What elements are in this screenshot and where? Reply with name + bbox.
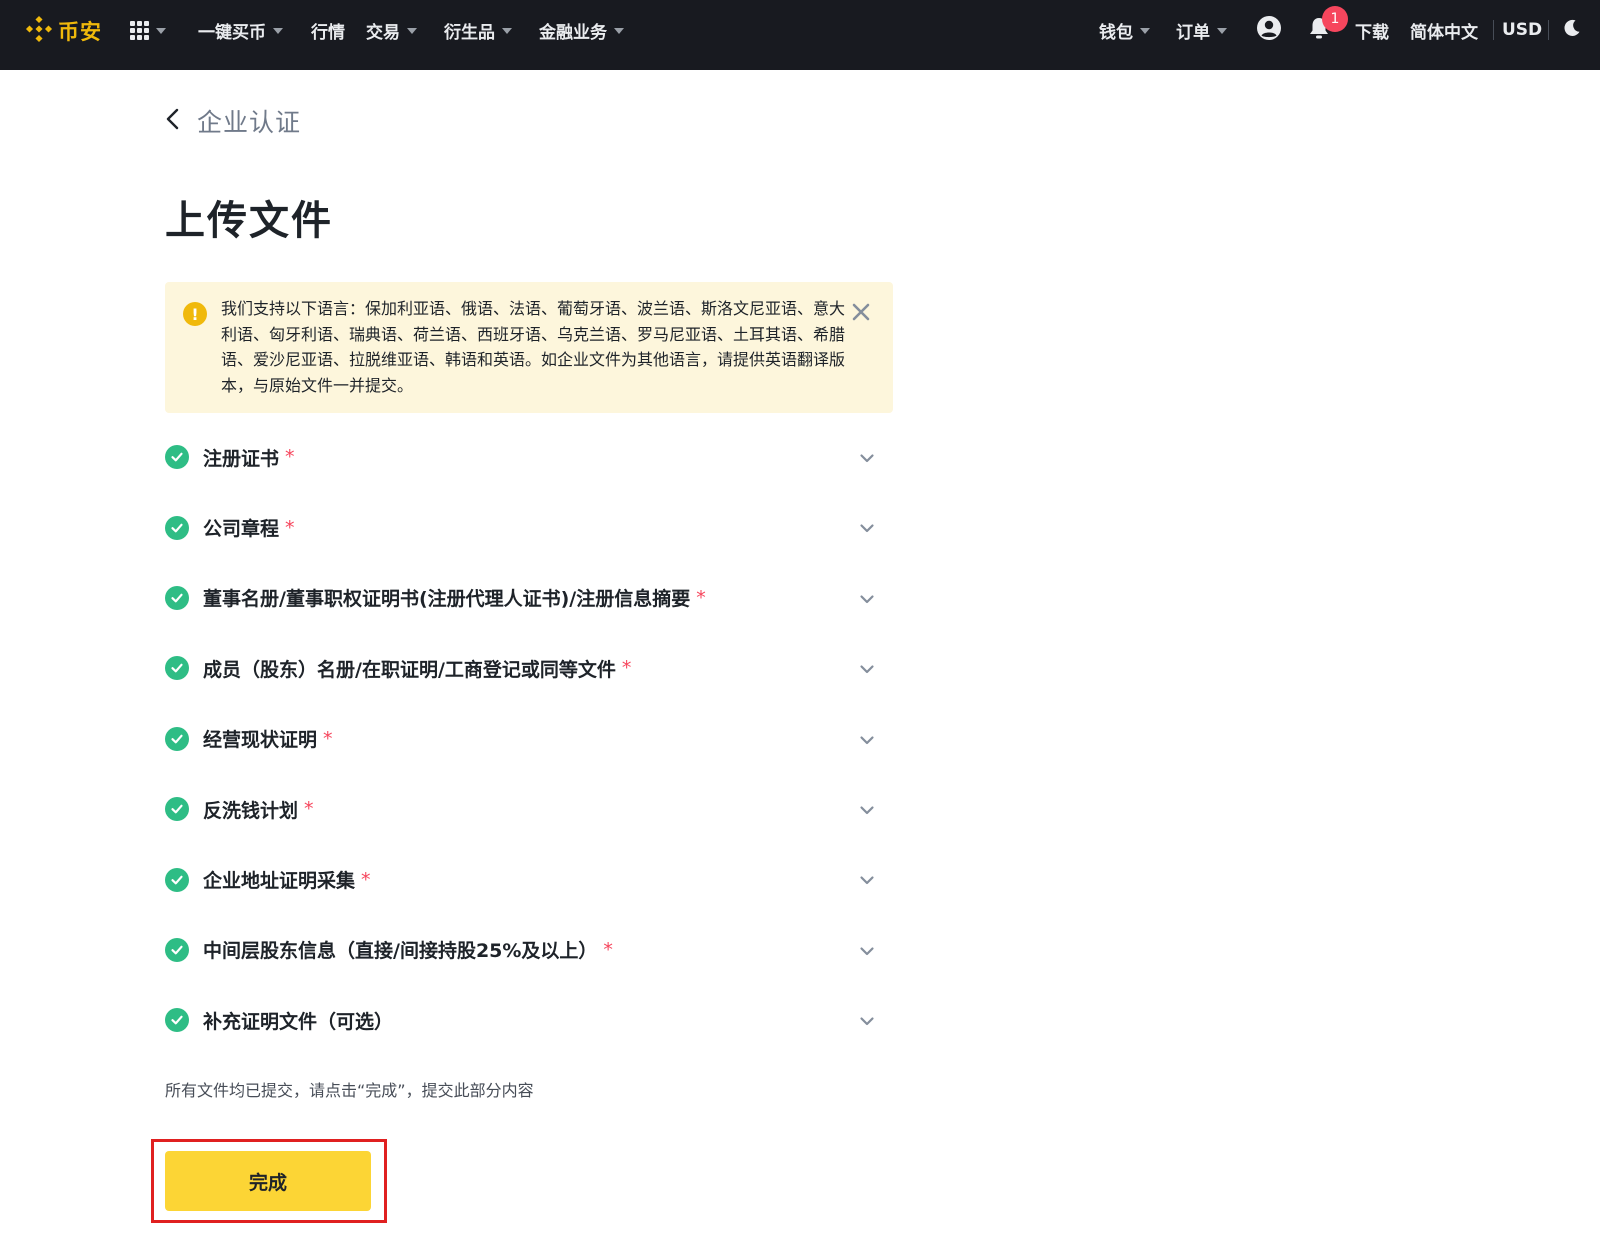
language-notice-banner: ! 我们支持以下语言：保加利亚语、俄语、法语、葡萄牙语、波兰语、斯洛文尼亚语、意… <box>165 282 893 413</box>
completion-hint: 所有文件均已提交，请点击“完成”，提交此部分内容 <box>165 1081 534 1100</box>
check-circle-icon <box>165 726 189 751</box>
check-circle-icon <box>165 797 189 822</box>
nav-label: 行情 <box>311 22 345 43</box>
document-row[interactable]: 中间层股东信息（直接/间接持股25%及以上） * <box>165 915 877 985</box>
chevron-down-icon[interactable] <box>857 730 877 750</box>
chevron-down-icon <box>156 28 166 34</box>
chevron-down-icon <box>614 28 624 34</box>
check-circle-icon <box>165 937 189 962</box>
warning-icon: ! <box>183 302 207 326</box>
chevron-down-icon[interactable] <box>857 589 877 609</box>
nav-label: 订单 <box>1176 22 1210 43</box>
document-label: 注册证书 <box>203 447 280 470</box>
document-label: 企业地址证明采集 <box>203 870 356 893</box>
chevron-down-icon <box>407 28 417 34</box>
back-button[interactable]: 企业认证 <box>165 100 301 142</box>
document-label: 成员（股东）名册/在职证明/工商登记或同等文件 <box>203 658 616 681</box>
document-list: 注册证书 * 公司章程 * 董事名册/董事职权证明书(注册代理人证书)/注册信息摘要 * 成… <box>165 422 877 1056</box>
user-icon <box>1256 15 1282 45</box>
document-label: 反洗钱计划 <box>203 799 299 822</box>
notice-text: 我们支持以下语言：保加利亚语、俄语、法语、葡萄牙语、波兰语、斯洛文尼亚语、意大利… <box>221 299 846 395</box>
check-circle-icon <box>165 656 189 681</box>
required-marker: * <box>621 657 632 680</box>
check-circle-icon <box>165 585 189 610</box>
chevron-down-icon <box>502 28 512 34</box>
nav-buy-crypto[interactable]: 一键买币 <box>198 0 283 60</box>
nav-label: USD <box>1502 20 1543 40</box>
chevron-down-icon[interactable] <box>857 448 877 468</box>
required-marker: * <box>304 798 314 821</box>
chevron-down-icon[interactable] <box>857 659 877 679</box>
language-selector[interactable]: 简体中文 <box>1410 0 1478 60</box>
nav-label: 交易 <box>366 22 400 43</box>
nav-wallet[interactable]: 钱包 <box>1099 0 1150 60</box>
nav-trade[interactable]: 交易 <box>366 0 417 60</box>
required-marker: * <box>323 727 333 750</box>
top-navigation-bar: 币安 一键买币 行情 交易 衍生品 金融业务 钱包 订单 1 下载 简体中文 U… <box>0 0 1600 70</box>
chevron-down-icon[interactable] <box>857 1011 877 1031</box>
binance-logo-icon <box>24 14 54 48</box>
document-label: 补充证明文件（可选） <box>203 1010 394 1033</box>
chevron-down-icon <box>1140 28 1150 34</box>
binance-logo[interactable]: 币安 <box>24 14 102 48</box>
page-title: 上传文件 <box>165 198 333 244</box>
chevron-down-icon[interactable] <box>857 870 877 890</box>
close-icon[interactable] <box>849 300 873 324</box>
moon-icon <box>1562 18 1582 42</box>
nav-download[interactable]: 下载 <box>1355 0 1389 60</box>
nav-derivatives[interactable]: 衍生品 <box>444 0 512 60</box>
chevron-down-icon[interactable] <box>857 800 877 820</box>
required-marker: * <box>696 586 706 609</box>
document-row[interactable]: 注册证书 * <box>165 422 877 492</box>
required-marker: * <box>285 516 295 539</box>
document-label: 中间层股东信息（直接/间接持股25%及以上） <box>203 940 598 963</box>
nav-divider <box>1493 20 1494 40</box>
theme-toggle-button[interactable] <box>1556 14 1588 46</box>
notification-count-badge: 1 <box>1322 6 1348 32</box>
chevron-down-icon[interactable] <box>857 941 877 961</box>
currency-selector[interactable]: USD <box>1502 0 1542 60</box>
check-circle-icon <box>165 515 189 540</box>
nav-finance[interactable]: 金融业务 <box>539 0 624 60</box>
document-row[interactable]: 成员（股东）名册/在职证明/工商登记或同等文件 * <box>165 633 877 703</box>
chevron-down-icon <box>1217 28 1227 34</box>
check-circle-icon <box>165 867 189 892</box>
nav-label: 钱包 <box>1099 22 1133 43</box>
document-row[interactable]: 企业地址证明采集 * <box>165 844 877 914</box>
chevron-down-icon <box>273 28 283 34</box>
user-account-button[interactable] <box>1253 14 1285 46</box>
document-row[interactable]: 经营现状证明 * <box>165 704 877 774</box>
nav-label: 简体中文 <box>1410 22 1478 43</box>
apps-grid-icon <box>130 20 149 40</box>
document-row[interactable]: 董事名册/董事职权证明书(注册代理人证书)/注册信息摘要 * <box>165 563 877 633</box>
document-label: 公司章程 <box>203 518 280 541</box>
apps-menu-button[interactable] <box>130 16 166 44</box>
check-circle-icon <box>165 445 189 470</box>
required-marker: * <box>603 938 613 961</box>
required-marker: * <box>361 868 371 891</box>
nav-markets[interactable]: 行情 <box>311 0 345 60</box>
nav-label: 衍生品 <box>444 22 495 43</box>
nav-orders[interactable]: 订单 <box>1176 0 1227 60</box>
nav-label: 下载 <box>1355 22 1389 43</box>
nav-label: 金融业务 <box>539 22 607 43</box>
document-row[interactable]: 补充证明文件（可选） <box>165 985 877 1055</box>
nav-label: 一键买币 <box>198 22 266 43</box>
document-row[interactable]: 公司章程 * <box>165 492 877 562</box>
document-label: 经营现状证明 <box>203 729 318 752</box>
document-label: 董事名册/董事职权证明书(注册代理人证书)/注册信息摘要 <box>203 588 691 611</box>
chevron-down-icon[interactable] <box>857 518 877 538</box>
check-circle-icon <box>165 1008 189 1033</box>
back-arrow-icon <box>165 107 181 135</box>
breadcrumb-label: 企业认证 <box>197 108 302 137</box>
logo-text: 币安 <box>58 20 102 44</box>
required-marker: * <box>285 446 295 469</box>
done-button[interactable]: 完成 <box>165 1151 371 1211</box>
nav-divider <box>1548 20 1549 40</box>
document-row[interactable]: 反洗钱计划 * <box>165 774 877 844</box>
